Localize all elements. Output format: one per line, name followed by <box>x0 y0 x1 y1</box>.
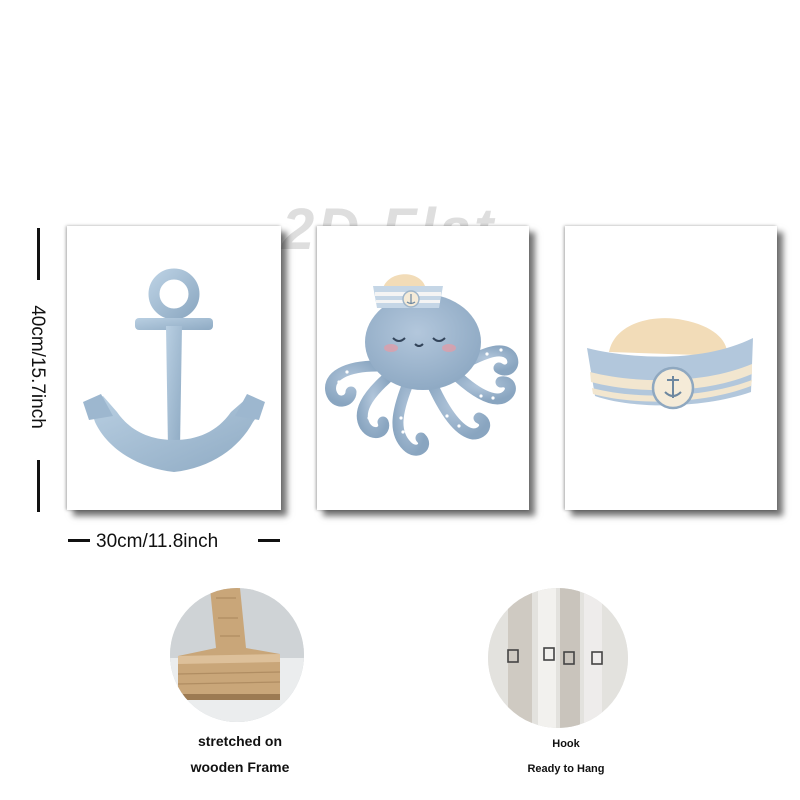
sailor-hat-illustration <box>587 318 753 410</box>
canvas-panel-sailor-hat <box>565 226 777 510</box>
width-label: 30cm/11.8inch <box>96 531 219 552</box>
octopus-illustration <box>325 274 519 456</box>
hook-caption-line-1: Hook <box>552 738 580 750</box>
wooden-frame-caption-line-1: stretched on <box>197 733 282 749</box>
width-line-right <box>258 539 280 542</box>
height-line-top <box>37 228 40 280</box>
hook-photo <box>488 588 628 728</box>
canvas-panel-octopus <box>317 226 529 510</box>
wooden-frame-caption: stretched on wooden Frame <box>150 728 330 780</box>
height-line-bottom <box>37 460 40 512</box>
hook-image <box>488 588 628 728</box>
hook-caption: Hook Ready to Hang <box>488 732 644 782</box>
wooden-frame-photo <box>170 588 304 722</box>
anchor-illustration <box>83 268 265 472</box>
wooden-frame-image <box>170 588 304 722</box>
wooden-frame-caption-line-2: wooden Frame <box>190 759 290 775</box>
canvas-panel-anchor <box>67 226 281 510</box>
hook-caption-line-2: Ready to Hang <box>527 763 605 775</box>
height-label: 40cm/15.7inch <box>27 305 48 429</box>
width-line-left <box>68 539 90 542</box>
